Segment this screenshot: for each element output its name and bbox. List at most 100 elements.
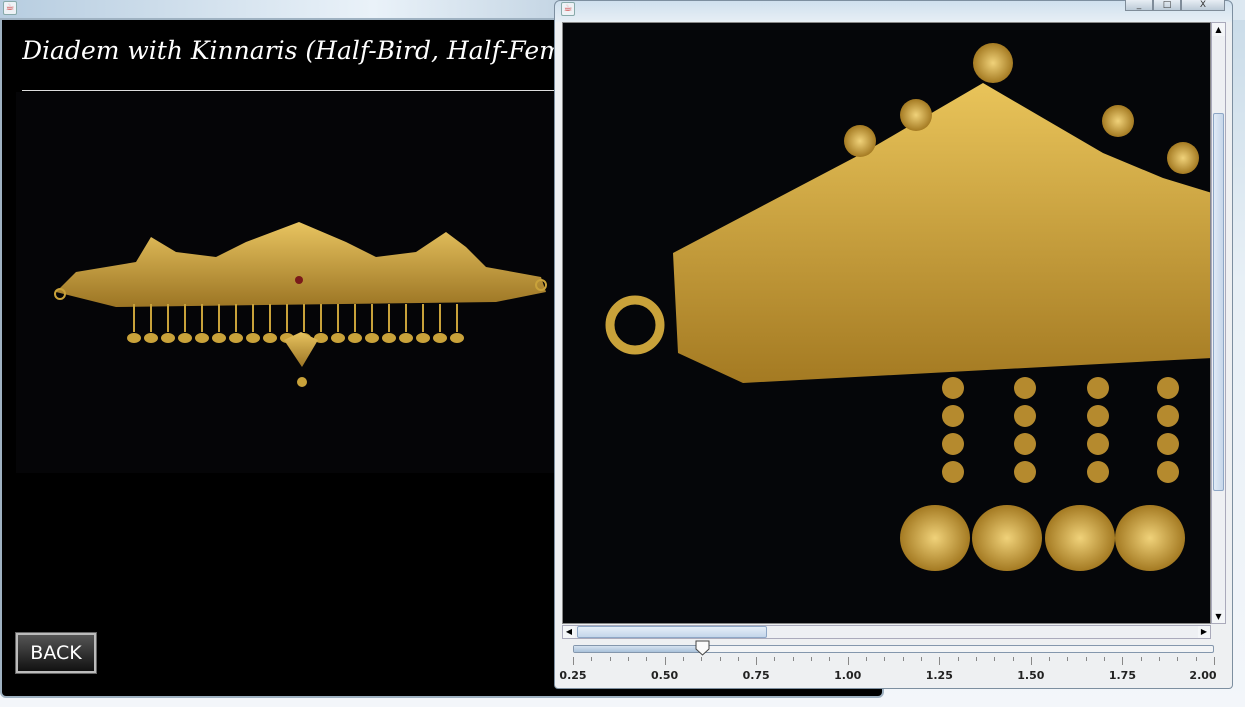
slider-tick-label: 1.50 xyxy=(1017,669,1045,682)
slider-tick xyxy=(591,657,593,661)
title-divider xyxy=(22,90,562,91)
scroll-down-arrow-icon[interactable]: ▼ xyxy=(1212,610,1225,623)
slider-tick xyxy=(847,657,849,665)
slider-tick xyxy=(902,657,904,661)
pendant-disc xyxy=(416,333,430,343)
slider-tick xyxy=(811,657,813,661)
pendant-disc xyxy=(263,333,277,343)
slider-tick xyxy=(609,657,611,661)
slider-tick xyxy=(756,657,758,665)
pendant-bead xyxy=(1157,433,1179,455)
slider-tick xyxy=(1104,657,1106,661)
slider-tick xyxy=(975,657,977,661)
pendant-bead xyxy=(1087,377,1109,399)
slider-tick xyxy=(1030,657,1032,665)
slider-tick-label: 2.00 xyxy=(1189,669,1217,682)
scroll-left-arrow-icon[interactable]: ◀ xyxy=(563,626,575,638)
pendant-bead xyxy=(1014,461,1036,483)
close-button[interactable]: X xyxy=(1181,0,1225,11)
pendant-bead xyxy=(1157,377,1179,399)
zoom-slider-thumb[interactable] xyxy=(695,640,710,656)
java-app-icon: ☕ xyxy=(3,1,17,15)
slider-tick xyxy=(1067,657,1069,661)
pendant-disc xyxy=(900,505,970,571)
pendant-disc xyxy=(433,333,447,343)
pendant-bead xyxy=(1087,433,1109,455)
pendant-bead xyxy=(942,433,964,455)
slider-tick xyxy=(719,657,721,661)
slider-tick xyxy=(1195,657,1197,661)
maximize-button[interactable]: □ xyxy=(1153,0,1181,11)
slider-tick xyxy=(994,657,996,661)
slider-tick-label: 0.50 xyxy=(650,669,679,682)
slider-tick xyxy=(1140,657,1142,661)
slider-tick xyxy=(866,657,868,661)
slider-tick xyxy=(829,657,831,661)
pendant-bead xyxy=(1157,405,1179,427)
java-app-icon: ☕ xyxy=(561,2,575,16)
pendant-disc xyxy=(399,333,413,343)
pendant-disc xyxy=(127,333,141,343)
pendant-disc xyxy=(450,333,464,343)
vertical-scrollbar[interactable]: ▲ ▼ xyxy=(1211,22,1226,624)
slider-tick xyxy=(573,657,574,665)
slider-tick xyxy=(682,657,684,661)
pendant-bead xyxy=(1087,461,1109,483)
diadem-thumbnail xyxy=(54,222,547,387)
slider-tick xyxy=(627,657,629,661)
slider-tick xyxy=(1177,657,1179,661)
pendant-disc xyxy=(144,333,158,343)
artwork-image[interactable] xyxy=(16,92,557,473)
pendant-disc xyxy=(1045,505,1115,571)
pendant-disc xyxy=(331,333,345,343)
zoomed-image-viewport[interactable] xyxy=(562,22,1211,624)
slider-tick xyxy=(1085,657,1087,661)
pendant-bead xyxy=(1157,461,1179,483)
slider-tick xyxy=(1012,657,1014,661)
pendant-disc xyxy=(1115,505,1185,571)
horizontal-scrollbar[interactable]: ◀ ▶ xyxy=(562,625,1211,639)
pendant-disc xyxy=(195,333,209,343)
slider-tick xyxy=(1049,657,1051,661)
pendant-bead xyxy=(1014,433,1036,455)
slider-tick xyxy=(920,657,922,661)
vertical-scroll-thumb[interactable] xyxy=(1213,113,1224,491)
scroll-right-arrow-icon[interactable]: ▶ xyxy=(1198,626,1210,638)
pendant-disc xyxy=(161,333,175,343)
horizontal-scroll-thumb[interactable] xyxy=(577,626,767,638)
pendant-bead xyxy=(942,377,964,399)
pendant-disc xyxy=(365,333,379,343)
slider-tick xyxy=(737,657,739,661)
zoom-slider-ticks xyxy=(573,657,1215,667)
pendant-disc xyxy=(178,333,192,343)
slider-tick xyxy=(792,657,794,661)
zoom-slider-fill xyxy=(574,646,703,652)
slider-tick-label: 0.25 xyxy=(559,669,587,682)
pendant-bead xyxy=(942,461,964,483)
scroll-up-arrow-icon[interactable]: ▲ xyxy=(1212,23,1225,36)
pendant-bead xyxy=(1014,405,1036,427)
zoom-viewer-window: ☕ _ □ X ▲ ▼ ◀ ▶ 0.25 0.50 0.75 1.00 1.25 1.50… xyxy=(554,0,1233,689)
slider-tick xyxy=(664,657,666,665)
artwork-title: Diadem with Kinnaris (Half-Bird, Half-Fe… xyxy=(22,36,557,65)
slider-tick xyxy=(1214,657,1215,665)
slider-tick xyxy=(1159,657,1161,661)
slider-tick xyxy=(957,657,959,661)
diadem-zoomed xyxy=(605,43,1210,571)
slider-tick xyxy=(701,657,703,661)
slider-tick xyxy=(774,657,776,661)
pendant-disc xyxy=(972,505,1042,571)
pendant-disc xyxy=(246,333,260,343)
slider-tick xyxy=(884,657,886,661)
pendant-disc xyxy=(382,333,396,343)
pendant-bead xyxy=(1087,405,1109,427)
zoom-slider[interactable] xyxy=(573,640,1214,656)
slider-tick-label: 1.00 xyxy=(834,669,862,682)
slider-tick-label: 0.75 xyxy=(742,669,770,682)
pendant-disc xyxy=(348,333,362,343)
pendant-disc xyxy=(229,333,243,343)
slider-tick-label: 1.25 xyxy=(925,669,953,682)
minimize-button[interactable]: _ xyxy=(1125,0,1153,11)
back-button[interactable]: BACK xyxy=(15,632,97,674)
pendant-bead xyxy=(1014,377,1036,399)
